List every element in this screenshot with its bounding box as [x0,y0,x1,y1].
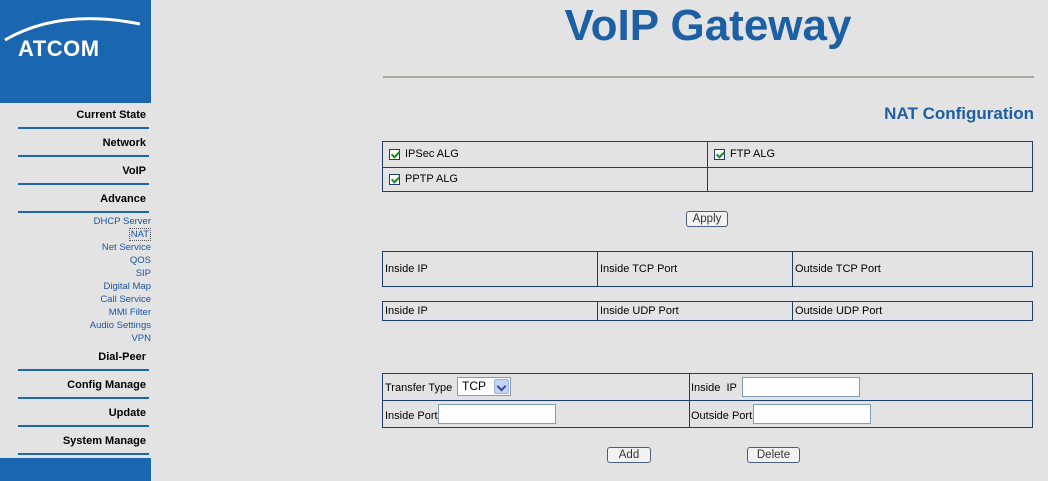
apply-button[interactable]: Apply [686,211,728,227]
transfer-type-select[interactable]: TCP [457,377,511,396]
nav-config-manage[interactable]: Config Manage [18,372,149,398]
logo-text: ATCOM [18,36,100,61]
inside-port-label: Inside Port [385,410,438,422]
sidebar: ATCOM Current State Network VoIP Advance… [0,0,151,481]
nav-sub-call-service[interactable]: Call Service [18,293,151,306]
nav-dial-peer[interactable]: Dial-Peer [18,344,149,370]
nav-current-state[interactable]: Current State [18,102,149,128]
inside-ip-label: Inside IP [691,382,737,394]
nav-divider [18,425,149,427]
tcp-header-inside-ip: Inside IP [385,263,428,275]
outside-port-label: Outside Port [691,410,753,422]
nav-sub-digital-map[interactable]: Digital Map [18,280,151,293]
ftp-alg-checkbox[interactable] [714,148,725,160]
page-title: VoIP Gateway [564,1,852,50]
ftp-alg-label: FTP ALG [730,148,776,160]
pptp-alg-option[interactable]: PPTP ALG [389,173,458,186]
pptp-alg-label: PPTP ALG [405,173,458,185]
alg-table: IPSec ALG FTP ALG PPTP ALG [382,141,1033,192]
chevron-down-icon[interactable] [494,379,509,394]
inside-ip-input[interactable] [742,377,860,397]
logo: ATCOM [0,0,151,103]
nav-divider [18,397,149,399]
inside-port-input[interactable] [438,404,556,424]
add-button[interactable]: Add [607,447,651,463]
nav-divider [18,453,149,455]
header-divider [383,76,1034,78]
pptp-alg-checkbox[interactable] [389,173,400,185]
nav-sub-net-service[interactable]: Net Service [18,241,151,254]
transfer-type-value: TCP [462,379,486,393]
nav-divider [18,211,149,213]
nav-sub-qos[interactable]: QOS [18,254,151,267]
tcp-header-outside-port: Outside TCP Port [795,263,881,275]
nav-sub-mmi-filter[interactable]: MMI Filter [18,306,151,319]
nav-sub-nat[interactable]: NAT [18,228,151,241]
nav-sub-dhcp-server[interactable]: DHCP Server [18,215,151,228]
nav-divider [18,127,149,129]
ipsec-alg-label: IPSec ALG [405,148,459,160]
nav-divider [18,369,149,371]
nav-network[interactable]: Network [18,130,149,156]
nav-update[interactable]: Update [18,400,149,426]
ipsec-alg-option[interactable]: IPSec ALG [389,148,459,161]
section-title: NAT Configuration [884,104,1034,123]
nav-advance[interactable]: Advance [18,186,149,212]
ipsec-alg-checkbox[interactable] [389,148,400,160]
tcp-mapping-table: Inside IP Inside TCP Port Outside TCP Po… [382,251,1033,287]
nat-entry-form: Transfer Type TCP Inside IP Inside Port … [382,373,1033,428]
udp-mapping-table: Inside IP Inside UDP Port Outside UDP Po… [382,301,1033,321]
ftp-alg-option[interactable]: FTP ALG [714,148,775,161]
nav-sub-nat-label: NAT [128,228,151,241]
nav-sub-sip[interactable]: SIP [18,267,151,280]
nav-divider [18,183,149,185]
nav-divider [18,155,149,157]
delete-button[interactable]: Delete [747,447,800,463]
nav-voip[interactable]: VoIP [18,158,149,184]
udp-header-inside-port: Inside UDP Port [600,305,679,317]
nav-sub-audio-settings[interactable]: Audio Settings [18,319,151,332]
sidebar-footer [0,458,151,481]
outside-port-input[interactable] [753,404,871,424]
tcp-header-inside-port: Inside TCP Port [600,263,678,275]
nav-system-manage[interactable]: System Manage [18,428,149,454]
udp-header-outside-port: Outside UDP Port [795,305,883,317]
transfer-type-label: Transfer Type [385,382,453,394]
udp-header-inside-ip: Inside IP [385,305,428,317]
